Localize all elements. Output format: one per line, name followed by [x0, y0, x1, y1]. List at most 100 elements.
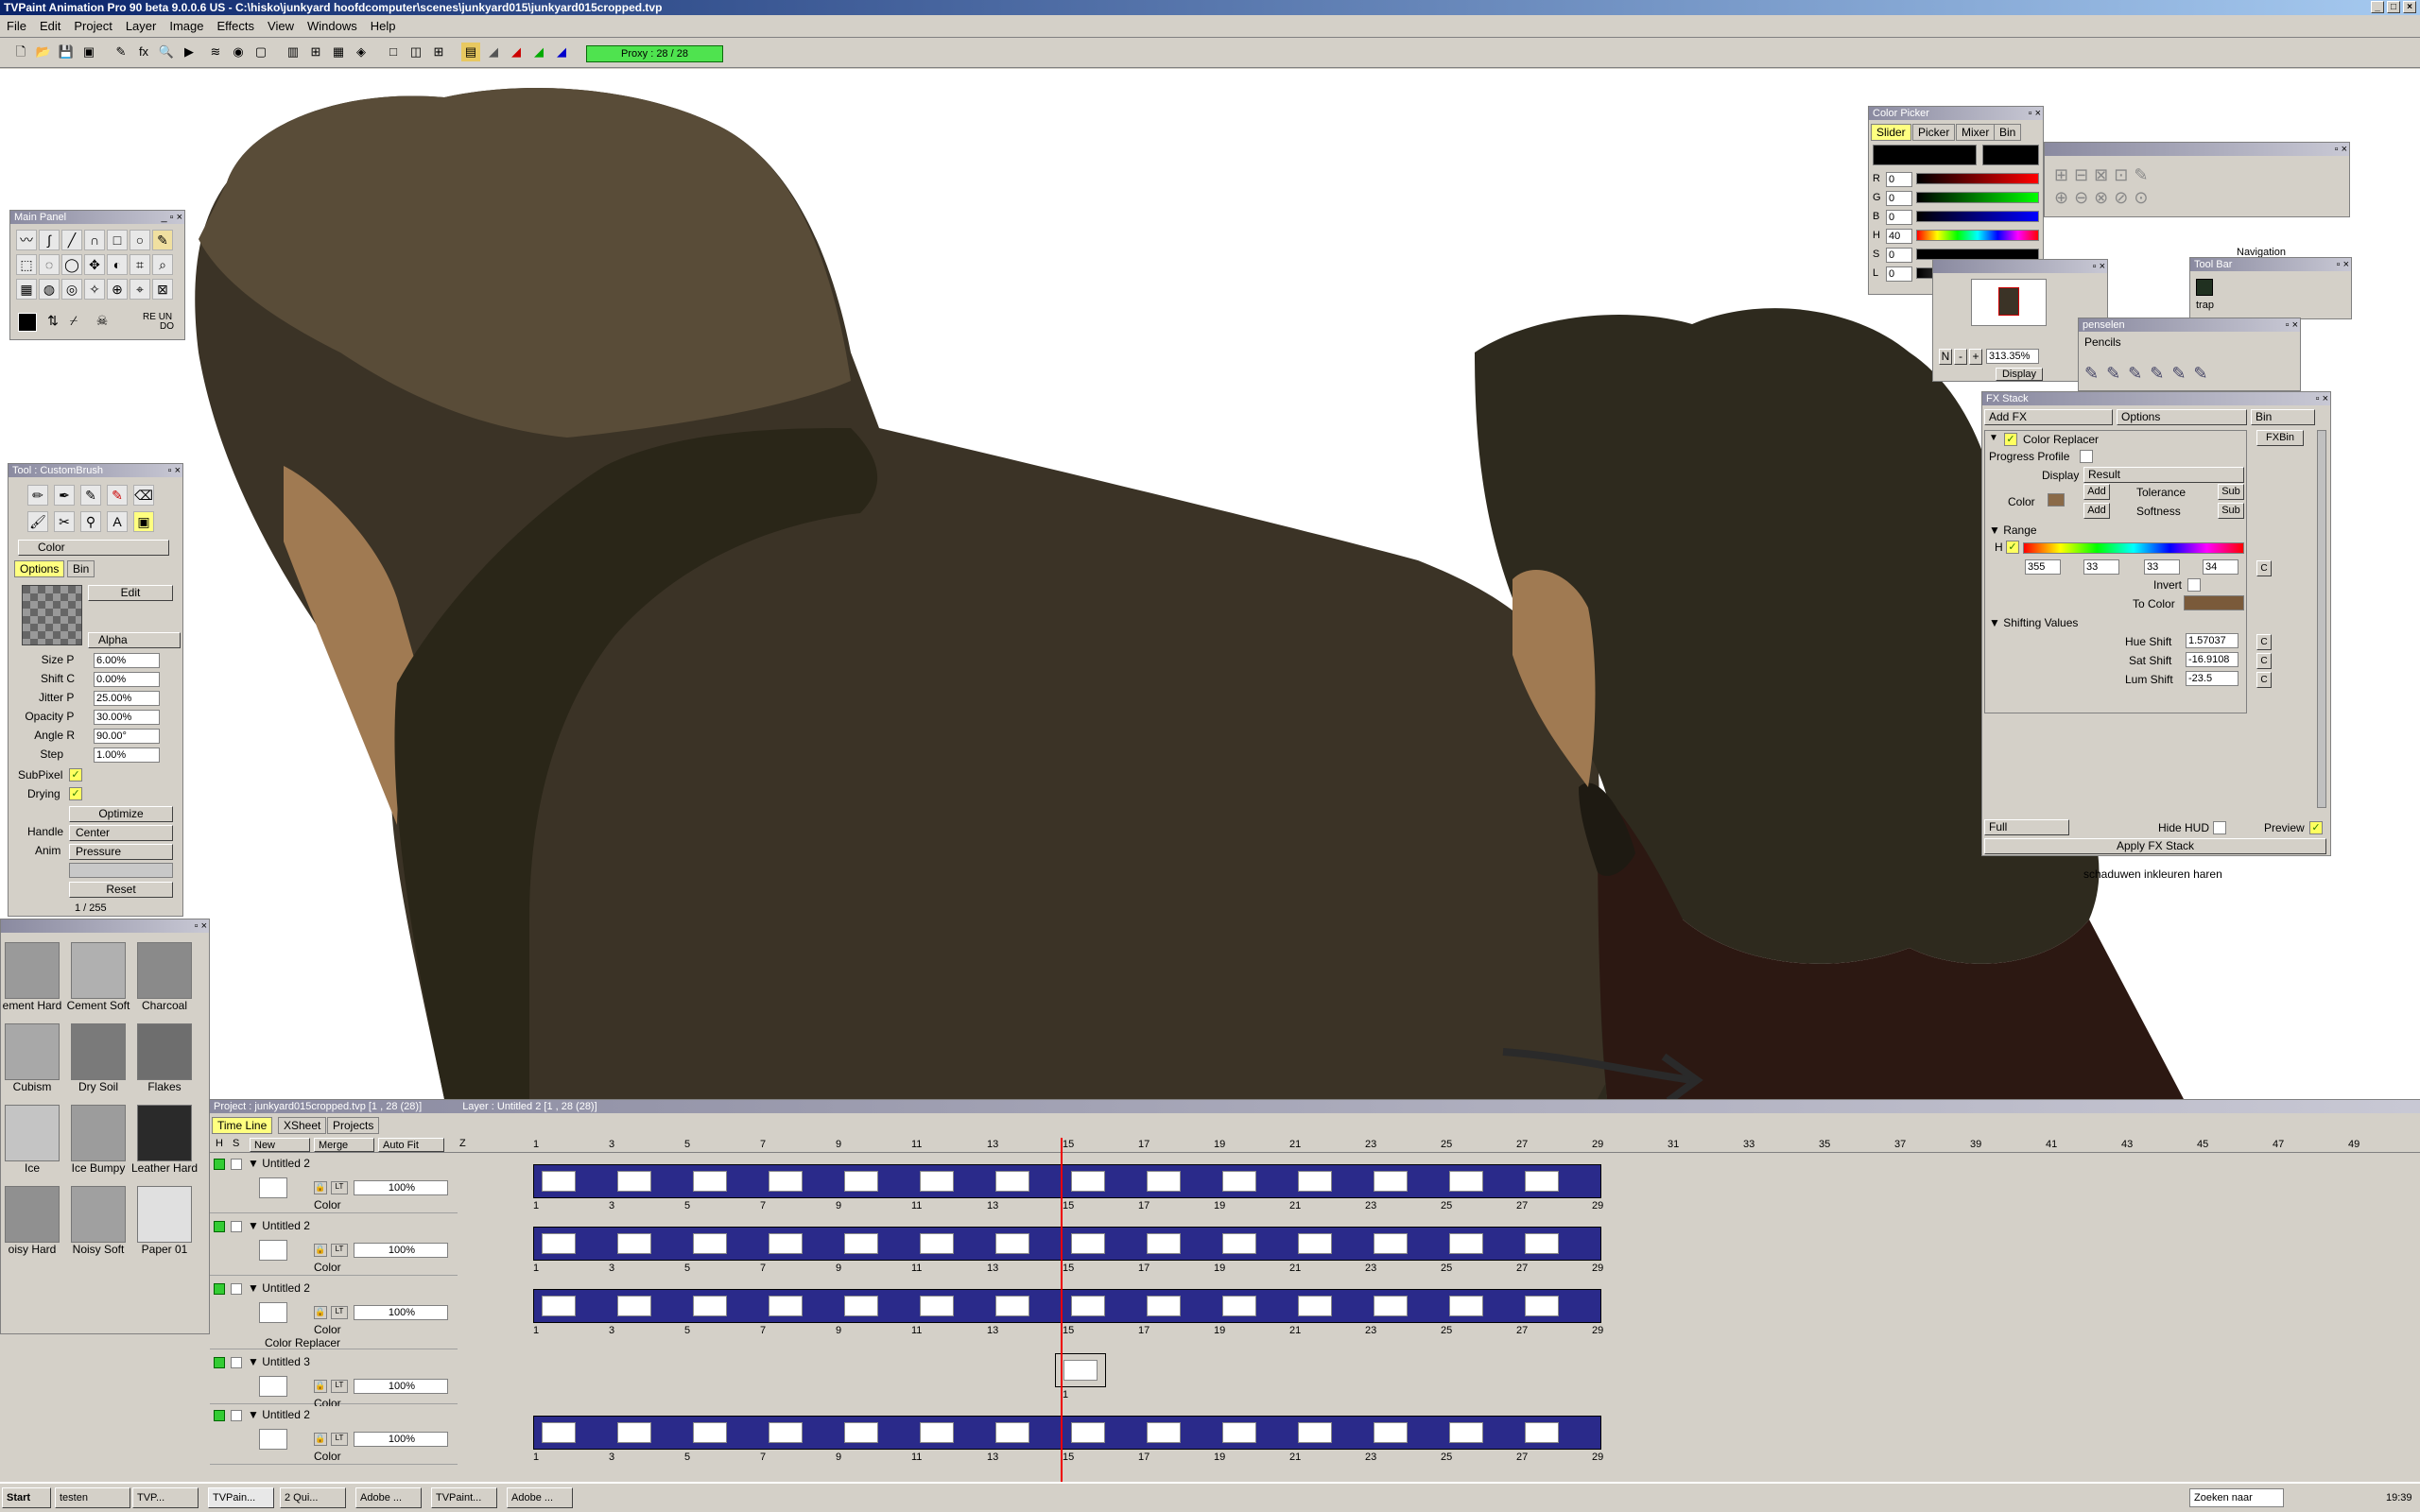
- frame-cell[interactable]: [920, 1296, 954, 1316]
- layer-header[interactable]: ▼ Untitled 2 🔒 LT 100% Color: [210, 1406, 458, 1465]
- stack-icon[interactable]: ◈: [352, 43, 371, 61]
- frame-cell[interactable]: [1298, 1171, 1332, 1192]
- solo-toggle[interactable]: [231, 1159, 242, 1170]
- size-prefix[interactable]: P: [66, 653, 74, 666]
- frame-cell[interactable]: [1298, 1296, 1332, 1316]
- search-input[interactable]: Zoeken naar: [2189, 1488, 2284, 1507]
- channel-input[interactable]: 0: [1886, 266, 1912, 282]
- spline-icon[interactable]: ∫: [39, 230, 60, 250]
- frame-cell[interactable]: [542, 1296, 576, 1316]
- circle-icon[interactable]: ○: [130, 230, 150, 250]
- optimize-button[interactable]: Optimize: [69, 806, 173, 822]
- swap-colors-icon[interactable]: ⇅: [43, 311, 63, 332]
- sat-shift-input[interactable]: -16.9108: [2186, 652, 2238, 667]
- frame-cell[interactable]: [1525, 1171, 1559, 1192]
- task-adobe-2[interactable]: Adobe ...: [507, 1487, 573, 1508]
- toolbox-icons[interactable]: ⊞⊟⊠⊡✎: [2054, 165, 2153, 185]
- task-tvpaint-active[interactable]: TVPain...: [208, 1487, 274, 1508]
- opacity-prefix[interactable]: P: [66, 710, 74, 723]
- light-table-icon[interactable]: LT: [331, 1244, 348, 1257]
- curve-icon[interactable]: ∩: [84, 230, 105, 250]
- texture-item[interactable]: Cubism: [5, 1023, 60, 1093]
- texture-item[interactable]: Dry Soil: [71, 1023, 126, 1093]
- apply-fx-stack-button[interactable]: Apply FX Stack: [1984, 838, 2326, 854]
- hue-range-bar[interactable]: [2023, 542, 2244, 554]
- task-adobe-1[interactable]: Adobe ...: [355, 1487, 422, 1508]
- redo-button[interactable]: RE: [143, 312, 156, 322]
- bin-select[interactable]: Bin: [2251, 409, 2315, 425]
- transform-icon[interactable]: ⊕: [107, 279, 128, 300]
- frame-cell[interactable]: [1374, 1171, 1408, 1192]
- layer-header[interactable]: ▼ Untitled 2 🔒 LT 100% Color: [210, 1217, 458, 1276]
- menu-layer[interactable]: Layer: [119, 15, 164, 37]
- view-rectangle[interactable]: [1998, 287, 2019, 316]
- select-rect-icon[interactable]: ⬚: [16, 254, 37, 275]
- texture-item[interactable]: Flakes: [137, 1023, 192, 1093]
- range-input-1[interactable]: 355: [2025, 559, 2061, 575]
- image-strip[interactable]: [533, 1227, 1601, 1261]
- hue-shift-input[interactable]: 1.57037: [2186, 633, 2238, 648]
- fx-scrollbar[interactable]: [2317, 430, 2326, 808]
- lock-icon[interactable]: 🔒: [314, 1306, 327, 1319]
- solo-toggle[interactable]: [231, 1221, 242, 1232]
- save-icon[interactable]: 💾: [57, 43, 76, 61]
- knife-icon[interactable]: ✂: [54, 511, 75, 532]
- range-enable-checkbox[interactable]: ✓: [2006, 541, 2019, 554]
- auto-fit-select[interactable]: Auto Fit: [378, 1138, 444, 1152]
- marker-icon[interactable]: ✎: [107, 485, 128, 506]
- mode-select[interactable]: Color: [18, 540, 169, 556]
- pen-brush-icon[interactable]: ✒: [54, 485, 75, 506]
- task-tvpaint-2[interactable]: TVPaint...: [431, 1487, 497, 1508]
- frame-cell[interactable]: [844, 1171, 878, 1192]
- frame-cell[interactable]: [844, 1233, 878, 1254]
- view-single-icon[interactable]: □: [384, 43, 403, 61]
- playhead[interactable]: [1061, 1138, 1063, 1488]
- layer-header[interactable]: ▼ Untitled 2 🔒 LT 100% Color Color Replacer: [210, 1280, 458, 1349]
- rectangle-icon[interactable]: □: [107, 230, 128, 250]
- range-input-2[interactable]: 33: [2083, 559, 2119, 575]
- frame-cell[interactable]: [1374, 1296, 1408, 1316]
- merge-select[interactable]: Merge: [314, 1138, 374, 1152]
- drying-checkbox[interactable]: ✓: [69, 787, 82, 800]
- menu-file[interactable]: File: [0, 15, 33, 37]
- layer-opacity[interactable]: 100%: [354, 1379, 448, 1394]
- texture-item[interactable]: Noisy Soft: [71, 1186, 126, 1256]
- hide-hud-checkbox[interactable]: [2213, 821, 2226, 834]
- view-split-icon[interactable]: ◫: [406, 43, 425, 61]
- frame-cell[interactable]: [617, 1422, 651, 1443]
- pressure-curve[interactable]: [69, 863, 173, 878]
- minimize-button[interactable]: _: [2371, 1, 2384, 13]
- pencil-brush-icon[interactable]: ✏: [27, 485, 48, 506]
- menu-project[interactable]: Project: [67, 15, 118, 37]
- to-color-swatch[interactable]: [2184, 595, 2244, 610]
- frame-cell[interactable]: [995, 1171, 1029, 1192]
- smudge-icon[interactable]: ⚲: [80, 511, 101, 532]
- frame-cell[interactable]: [1449, 1171, 1483, 1192]
- layer-name[interactable]: ▼ Untitled 2: [248, 1281, 310, 1295]
- lum-shift-input[interactable]: -23.5: [2186, 671, 2238, 686]
- solo-toggle[interactable]: [231, 1357, 242, 1368]
- frame-cell[interactable]: [769, 1233, 803, 1254]
- progress-profile-checkbox[interactable]: [2080, 450, 2093, 463]
- frame-cell[interactable]: [693, 1171, 727, 1192]
- step-input[interactable]: 1.00%: [94, 747, 160, 763]
- frame-cell[interactable]: [693, 1296, 727, 1316]
- text-tool-icon[interactable]: A: [107, 511, 128, 532]
- jitter-prefix[interactable]: P: [66, 691, 74, 704]
- frame-cell[interactable]: [1374, 1422, 1408, 1443]
- image-strip[interactable]: [533, 1416, 1601, 1450]
- frame-cell[interactable]: [1222, 1171, 1256, 1192]
- lock-icon[interactable]: 🔒: [314, 1244, 327, 1257]
- replace-color-swatch[interactable]: [2048, 493, 2065, 507]
- light-table-icon[interactable]: LT: [331, 1380, 348, 1393]
- layer-header[interactable]: ▼ Untitled 2 🔒 LT 100% Color: [210, 1155, 458, 1213]
- layer-opacity[interactable]: 100%: [354, 1180, 448, 1195]
- close-icon[interactable]: ▫ ×: [2029, 107, 2041, 120]
- lock-icon[interactable]: 🔒: [314, 1181, 327, 1194]
- close-icon[interactable]: ▫ ×: [195, 919, 207, 933]
- pencil-presets[interactable]: ✎✎✎✎✎✎: [2084, 364, 2216, 384]
- texture-item[interactable]: Cement Soft: [67, 942, 130, 1012]
- frame-cell[interactable]: [1525, 1422, 1559, 1443]
- frame-cell[interactable]: [1449, 1422, 1483, 1443]
- shift-input[interactable]: 0.00%: [94, 672, 160, 687]
